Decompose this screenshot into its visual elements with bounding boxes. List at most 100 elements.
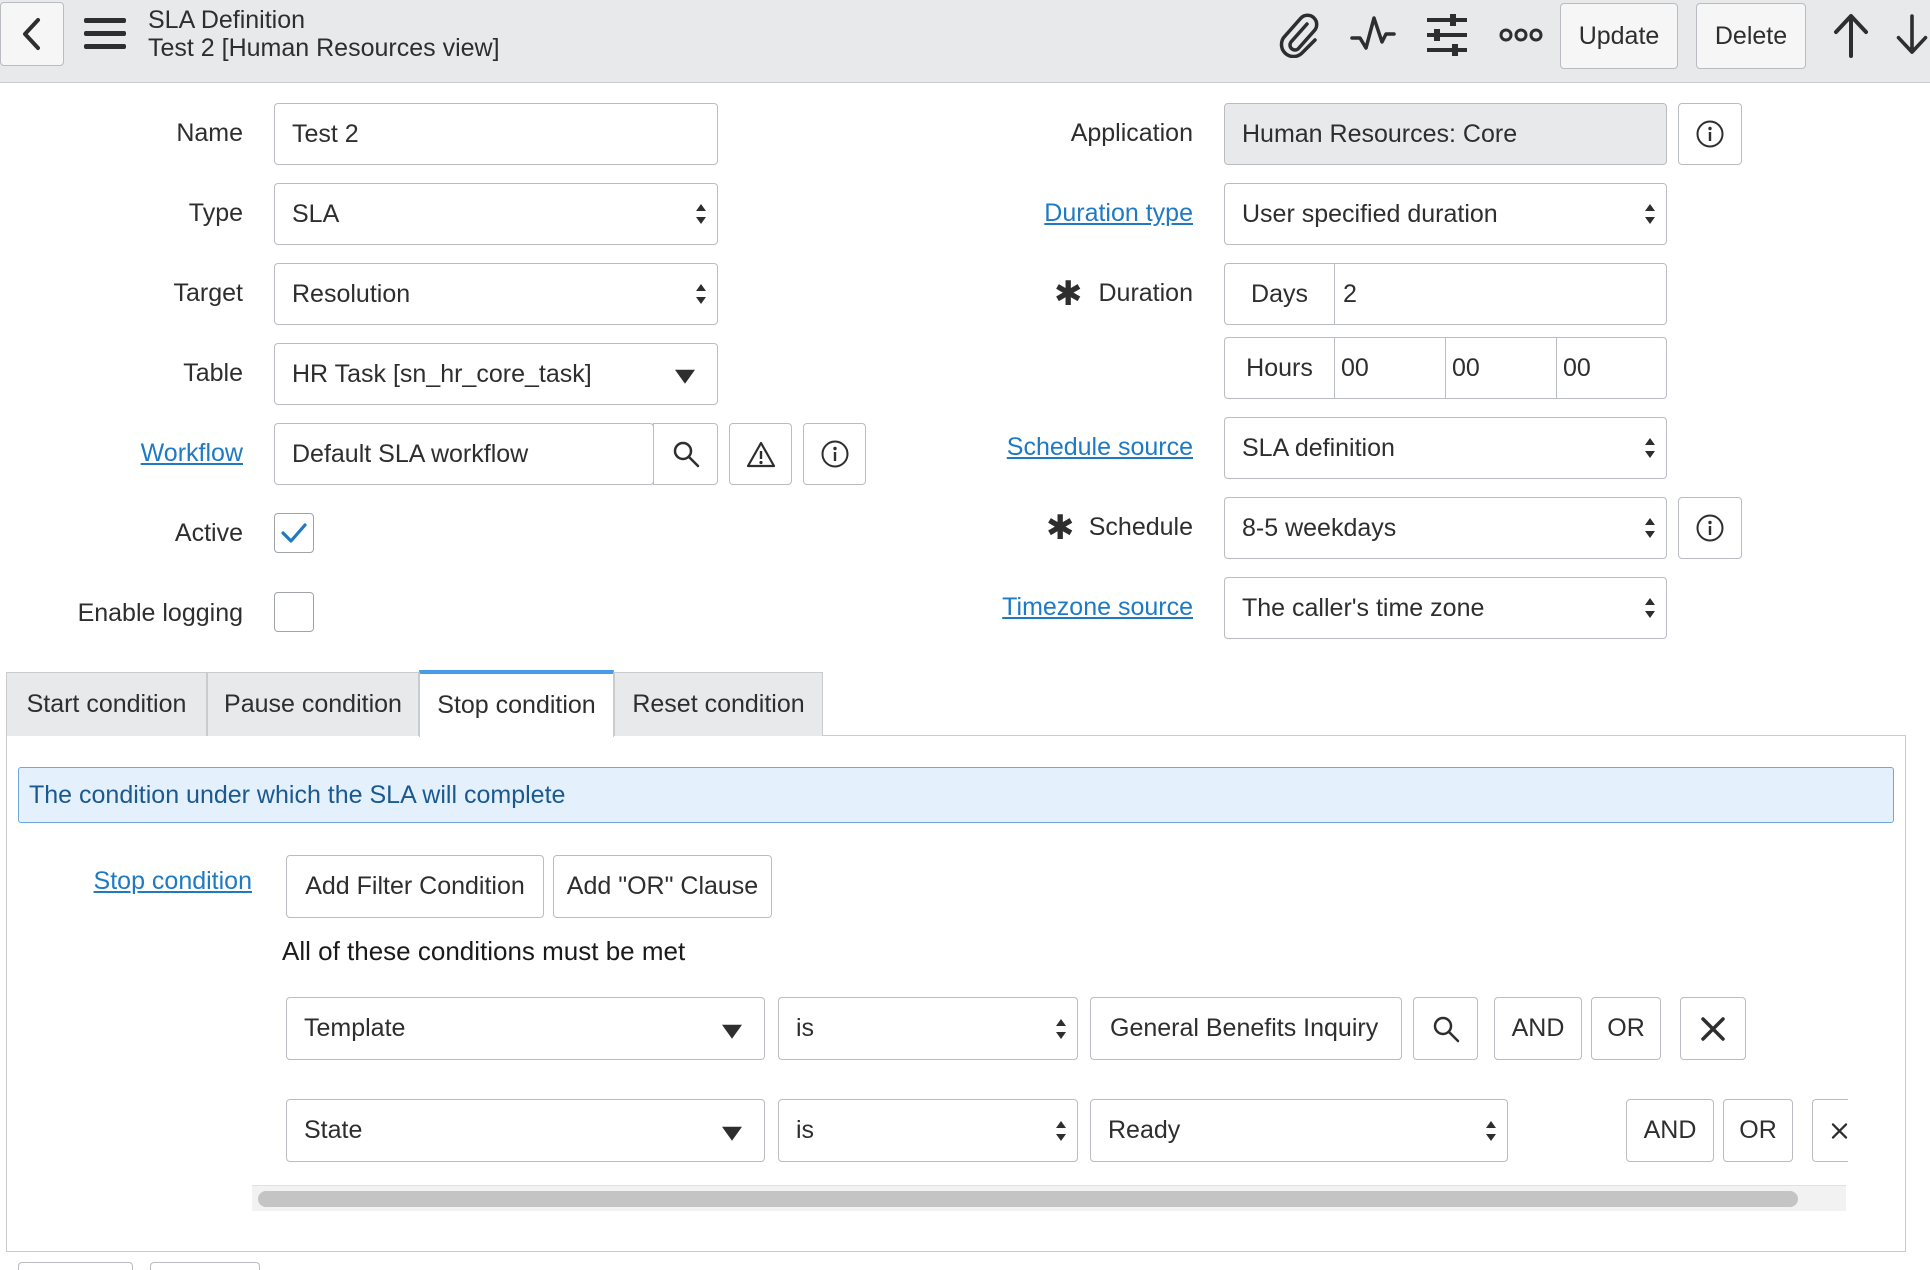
schedule-value: 8-5 weekdays xyxy=(1242,513,1397,542)
duration-type-select[interactable]: User specified duration xyxy=(1224,183,1667,245)
bottom-button-partial[interactable] xyxy=(18,1262,133,1270)
workflow-link[interactable]: Workflow xyxy=(0,438,243,468)
enable-logging-checkbox[interactable] xyxy=(274,592,314,632)
condition-info-banner: The condition under which the SLA will c… xyxy=(18,767,1894,823)
and-button[interactable]: AND xyxy=(1626,1099,1714,1162)
mandatory-icon: ✱ xyxy=(1046,509,1075,547)
or-button[interactable]: OR xyxy=(1591,997,1661,1060)
caret-down-icon xyxy=(722,1024,742,1039)
info-icon xyxy=(1696,514,1724,542)
add-or-clause-button[interactable]: Add "OR" Clause xyxy=(553,855,772,918)
close-icon xyxy=(1701,1016,1725,1041)
more-options-icon[interactable] xyxy=(1496,10,1546,60)
select-arrows-icon xyxy=(1645,438,1655,458)
mandatory-icon: ✱ xyxy=(1054,275,1083,313)
page-title: SLA Definition xyxy=(148,6,306,34)
add-filter-condition-button[interactable]: Add Filter Condition xyxy=(286,855,544,918)
workflow-lookup-button[interactable] xyxy=(653,423,718,485)
days-input[interactable]: 2 xyxy=(1334,263,1667,325)
enable-logging-label: Enable logging xyxy=(77,599,243,627)
tab-stop-condition[interactable]: Stop condition xyxy=(419,670,614,737)
duration-type-value: User specified duration xyxy=(1242,199,1498,228)
condition-lookup-button[interactable] xyxy=(1413,997,1478,1060)
condition-operator-select[interactable]: is xyxy=(778,1099,1078,1162)
type-label: Type xyxy=(188,199,243,227)
schedule-source-link[interactable]: Schedule source xyxy=(900,432,1193,462)
table-label: Table xyxy=(183,359,243,387)
condition-field-value: State xyxy=(304,1116,363,1144)
activity-icon[interactable] xyxy=(1348,10,1398,60)
delete-button[interactable]: Delete xyxy=(1696,3,1806,69)
search-icon xyxy=(1433,1016,1459,1042)
duration-label: Duration xyxy=(1098,279,1194,307)
remove-condition-button[interactable] xyxy=(1812,1099,1848,1162)
or-button[interactable]: OR xyxy=(1723,1099,1793,1162)
target-select[interactable]: Resolution xyxy=(274,263,718,325)
bottom-button-partial[interactable] xyxy=(150,1262,260,1270)
menu-icon[interactable] xyxy=(84,14,126,54)
tab-reset-condition[interactable]: Reset condition xyxy=(614,672,823,736)
hours-input[interactable]: 00 xyxy=(1334,337,1446,399)
schedule-source-select[interactable]: SLA definition xyxy=(1224,417,1667,479)
checkmark-icon xyxy=(281,523,307,543)
schedule-info-button[interactable] xyxy=(1678,497,1742,559)
condition-value: Ready xyxy=(1108,1116,1181,1144)
back-button[interactable] xyxy=(0,2,64,66)
search-icon xyxy=(673,441,699,468)
name-value: Test 2 xyxy=(292,119,359,148)
condition-value-input[interactable]: General Benefits Inquiry xyxy=(1090,997,1402,1060)
stop-condition-link[interactable]: Stop condition xyxy=(60,866,252,896)
close-icon xyxy=(1831,1122,1848,1139)
select-arrows-icon xyxy=(696,284,706,304)
select-arrows-icon xyxy=(1645,518,1655,538)
tab-start-condition[interactable]: Start condition xyxy=(6,672,207,736)
condition-value: General Benefits Inquiry xyxy=(1110,1014,1379,1042)
schedule-source-value: SLA definition xyxy=(1242,433,1395,462)
active-checkbox[interactable] xyxy=(274,513,314,553)
condition-operator-select[interactable]: is xyxy=(778,997,1078,1060)
application-label: Application xyxy=(1070,119,1193,147)
settings-sliders-icon[interactable] xyxy=(1422,10,1472,60)
seconds-input[interactable]: 00 xyxy=(1556,337,1667,399)
target-label: Target xyxy=(173,279,243,307)
tab-pause-condition[interactable]: Pause condition xyxy=(207,672,419,736)
arrow-up-icon[interactable] xyxy=(1826,10,1876,60)
update-button[interactable]: Update xyxy=(1560,3,1678,69)
target-value: Resolution xyxy=(292,279,411,308)
application-info-button[interactable] xyxy=(1678,103,1742,165)
timezone-source-link[interactable]: Timezone source xyxy=(900,592,1193,622)
workflow-input[interactable]: Default SLA workflow xyxy=(274,423,654,485)
table-value: HR Task [sn_hr_core_task] xyxy=(292,359,592,388)
workflow-info-button[interactable] xyxy=(803,423,866,485)
days-value: 2 xyxy=(1343,279,1357,308)
remove-condition-button[interactable] xyxy=(1680,997,1746,1060)
paperclip-icon[interactable] xyxy=(1274,10,1324,60)
application-field: Human Resources: Core xyxy=(1224,103,1667,165)
duration-type-link[interactable]: Duration type xyxy=(900,198,1193,228)
condition-field-select[interactable]: Template xyxy=(286,997,765,1060)
minutes-input[interactable]: 00 xyxy=(1445,337,1557,399)
condition-operator-value: is xyxy=(796,1116,815,1144)
arrow-down-icon[interactable] xyxy=(1894,10,1930,60)
name-input[interactable]: Test 2 xyxy=(274,103,718,165)
active-label: Active xyxy=(174,519,243,547)
horizontal-scrollbar-thumb[interactable] xyxy=(258,1191,1798,1207)
condition-operator-value: is xyxy=(796,1014,815,1042)
seconds-value: 00 xyxy=(1563,353,1591,382)
days-label: Days xyxy=(1224,263,1335,325)
all-conditions-text: All of these conditions must be met xyxy=(282,936,686,966)
and-button[interactable]: AND xyxy=(1494,997,1582,1060)
timezone-source-select[interactable]: The caller's time zone xyxy=(1224,577,1667,639)
schedule-select[interactable]: 8-5 weekdays xyxy=(1224,497,1667,559)
caret-down-icon xyxy=(675,369,695,384)
type-select[interactable]: SLA xyxy=(274,183,718,245)
caret-down-icon xyxy=(722,1126,742,1141)
table-select[interactable]: HR Task [sn_hr_core_task] xyxy=(274,343,718,405)
page-subtitle: Test 2 [Human Resources view] xyxy=(148,34,500,62)
select-arrows-icon xyxy=(1645,204,1655,224)
condition-field-select[interactable]: State xyxy=(286,1099,765,1162)
application-value: Human Resources: Core xyxy=(1242,119,1518,148)
workflow-warning-button[interactable] xyxy=(729,423,792,485)
condition-value-select[interactable]: Ready xyxy=(1090,1099,1508,1162)
type-value: SLA xyxy=(292,199,340,228)
